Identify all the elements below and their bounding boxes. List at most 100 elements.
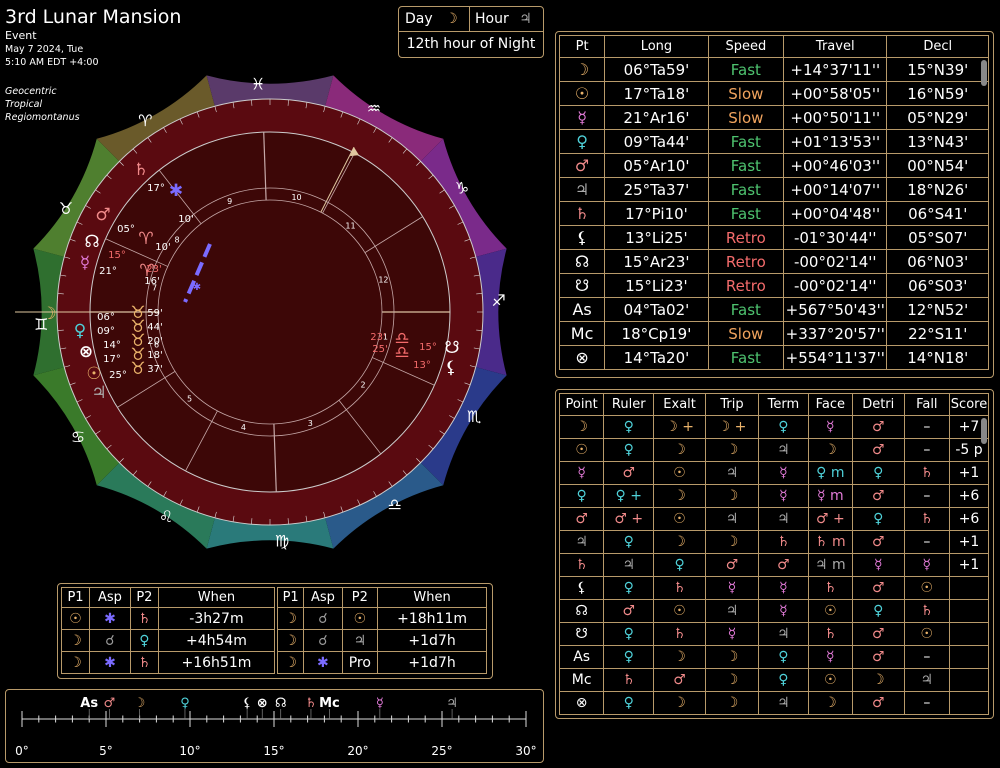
ruler-label: 25°: [431, 744, 452, 758]
zodiac-sign-icon[interactable]: ♐: [492, 291, 506, 310]
planet-part-of-fortune-icon[interactable]: ⊗: [79, 342, 93, 362]
position-row[interactable]: ♄ 17°Pi10' Fast +00°04'48'' 06°S41': [558, 201, 989, 226]
planet-jupiter-icon[interactable]: ♃: [91, 383, 106, 403]
dignity-row[interactable]: ☉ ♀ ☽ ☽ ♃ ☽ ♂ – -5 p: [558, 438, 989, 462]
position-row[interactable]: ⚸ 13°Li25' Retro -01°30'44'' 05°S07': [558, 225, 989, 250]
dig-cell: –: [903, 438, 951, 462]
dignity-row[interactable]: ☿ ♂ ☉ ♃ ☿ ♀ m ♀ ♄ +1: [558, 461, 989, 485]
dignities-scrollbar[interactable]: [981, 418, 987, 444]
planet-aries-small-icon[interactable]: ♈: [138, 229, 153, 249]
dignity-row[interactable]: ♄ ♃ ♀ ♂ ♂ ♃ m ☿ ☿ +1: [558, 553, 989, 577]
planet-sextile-mark-icon[interactable]: ✱: [169, 181, 183, 201]
position-row[interactable]: Mc 18°Cp19' Slow +337°20'57'' 22°S11': [558, 321, 989, 346]
wheel-graphics: ♉♈♓♒♑♐♏♎♍♌♋♊123456789 101112✱♄✱♂♈☊♈☿☽♀⊗☉♃…: [15, 74, 507, 551]
ruler-marker-icon[interactable]: ♄: [305, 696, 317, 711]
dignity-row[interactable]: ♀ ♀ + ☽ ☽ ☿ ☿ m ♂ – +6: [558, 484, 989, 508]
dig-header-point: Point: [558, 393, 605, 416]
zodiac-sign-icon[interactable]: ♈: [138, 111, 152, 130]
zodiac-sign-icon[interactable]: ♉: [59, 199, 73, 218]
dig-score: +6: [949, 507, 989, 531]
dig-score: [949, 668, 989, 692]
aspect-p2-icon: ☉: [341, 607, 379, 630]
zodiac-sign-icon[interactable]: ♑: [455, 178, 469, 197]
dig-cell: ☉: [903, 622, 951, 646]
aspect-type-icon: ☌: [303, 629, 343, 652]
ruler-marker-icon[interactable]: ♀: [180, 696, 190, 711]
ruler-marker-icon[interactable]: ☊: [275, 696, 287, 711]
position-row[interactable]: As 04°Ta02' Fast +567°50'43'' 12°N52': [558, 297, 989, 322]
declination-value: 13°N43': [886, 129, 989, 154]
dignity-row[interactable]: ☋ ♀ ♄ ☿ ♃ ♄ ♂ ☉: [558, 622, 989, 646]
planet-taurus-small-5-icon[interactable]: ♉: [130, 359, 145, 379]
dignity-row[interactable]: As ♀ ☽ ☽ ♀ ☿ ♂ –: [558, 645, 989, 669]
zodiac-sign-icon[interactable]: ♋: [71, 428, 85, 447]
position-row[interactable]: ☉ 17°Ta18' Slow +00°58'05'' 16°N59': [558, 81, 989, 106]
zodiac-sign-icon[interactable]: ♌: [159, 507, 173, 526]
aspect-row[interactable]: ☽ ✱ ♄ +16h51m: [60, 651, 276, 674]
dignity-row[interactable]: Mc ♄ ♂ ☽ ♀ ☉ ☽ ♃: [558, 668, 989, 692]
dig-cell: ♂: [758, 553, 809, 577]
ruler-marker-icon[interactable]: ⚸: [242, 696, 252, 711]
position-row[interactable]: ☿ 21°Ar16' Slow +00°50'11'' 05°N29': [558, 105, 989, 130]
dig-cell: ♂ +: [603, 507, 655, 531]
planet-libra-small-2-icon[interactable]: ♎: [394, 343, 409, 363]
position-row[interactable]: ⊗ 14°Ta20' Fast +554°11'37'' 14°N18': [558, 345, 989, 370]
aspect-row[interactable]: ☽ ✱ Pro +1d7h: [276, 651, 487, 674]
ruler-marker-icon[interactable]: ♂: [104, 696, 116, 711]
longitude-value: 15°Ar23': [604, 249, 709, 274]
aspect-row[interactable]: ☽ ☌ ♀ +4h54m: [60, 629, 276, 652]
planet-north-node-icon[interactable]: ☊: [84, 232, 99, 252]
point-glyph-icon: ♃: [558, 177, 606, 202]
ruler-marker-icon[interactable]: ♃: [446, 696, 458, 711]
dig-cell: –: [903, 691, 951, 715]
planet-moon-icon[interactable]: ☽: [41, 304, 56, 324]
planet-degree-label: 23': [146, 264, 161, 275]
aspect-sextile-icon: ✱: [193, 282, 201, 293]
positions-scrollbar[interactable]: [981, 60, 987, 86]
position-row[interactable]: ♂ 05°Ar10' Fast +00°46'03'' 00°N54': [558, 153, 989, 178]
aspect-row[interactable]: ☽ ☌ ☉ +18h11m: [276, 607, 487, 630]
position-row[interactable]: ♃ 25°Ta37' Fast +00°14'07'' 18°N26': [558, 177, 989, 202]
dignity-row[interactable]: ☽ ♀ ☽ + ☽ + ♀ ☿ ♂ – +7: [558, 415, 989, 439]
dignity-row[interactable]: ⊗ ♀ ☽ ☽ ♃ ☽ ♂ –: [558, 691, 989, 715]
aspect-row[interactable]: ☽ ☌ ♃ +1d7h: [276, 629, 487, 652]
ruler-marker-icon[interactable]: ⊗: [257, 696, 268, 711]
aspect-row[interactable]: ☉ ✱ ♄ -3h27m: [60, 607, 276, 630]
position-row[interactable]: ♀ 09°Ta44' Fast +01°13'53'' 13°N43': [558, 129, 989, 154]
aspect-when: -3h27m: [157, 607, 276, 630]
zodiac-sign-icon[interactable]: ♎: [388, 495, 402, 514]
ruler-marker-icon[interactable]: ☿: [376, 696, 384, 711]
planet-south-node-icon[interactable]: ☋: [444, 338, 459, 358]
planet-lilith-icon[interactable]: ⚸: [445, 358, 457, 378]
dignity-row[interactable]: ☊ ♂ ☉ ♃ ☿ ☉ ♀ ♄: [558, 599, 989, 623]
zodiac-sign-icon[interactable]: ♒: [367, 99, 381, 118]
planet-venus-icon[interactable]: ♀: [74, 321, 86, 341]
ruler-marker-icon[interactable]: Mc: [319, 696, 340, 711]
position-row[interactable]: ☊ 15°Ar23' Retro -00°02'14'' 06°N03': [558, 249, 989, 274]
dig-point-icon: ♄: [558, 553, 605, 577]
dig-point-icon: ☿: [558, 461, 605, 485]
degree-ruler[interactable]: 0° 5° 10° 15° 20° 25° 30° As ♂ ☽ ♀ ⚸ ⊗ ☊ ♄ Mc ☿ ♃: [5, 689, 542, 761]
position-row[interactable]: ☽ 06°Ta59' Fast +14°37'11'' 15°N39': [558, 57, 989, 82]
ruler-marker-icon[interactable]: ☽: [134, 696, 146, 711]
planet-saturn-icon[interactable]: ♄: [133, 160, 148, 180]
planet-sun-icon[interactable]: ☉: [86, 364, 101, 384]
ruler-marker-icon[interactable]: As: [80, 696, 98, 711]
dig-header-ruler: Ruler: [603, 393, 655, 416]
dignity-row[interactable]: ♂ ♂ + ☉ ♃ ♃ ♂ + ♀ ♄ +6: [558, 507, 989, 531]
dignity-row[interactable]: ♃ ♀ ☽ ☽ ♄ ♄ m ♂ – +1: [558, 530, 989, 554]
planet-mars-icon[interactable]: ♂: [95, 205, 110, 225]
dig-cell: ♃: [758, 622, 809, 646]
zodiac-sign-icon[interactable]: ♍: [275, 532, 289, 551]
declination-value: 06°S41': [886, 201, 989, 226]
dig-cell: ☽: [851, 668, 905, 692]
planet-mercury-icon[interactable]: ☿: [80, 253, 90, 273]
speed-value: Slow: [707, 321, 785, 346]
dig-cell: ☉: [653, 461, 706, 485]
dig-point-icon: ☉: [558, 438, 605, 462]
zodiac-sign-icon[interactable]: ♓: [251, 74, 265, 93]
chart-wheel[interactable]: ♉♈♓♒♑♐♏♎♍♌♋♊123456789 101112✱♄✱♂♈☊♈☿☽♀⊗☉♃…: [0, 44, 550, 584]
zodiac-sign-icon[interactable]: ♏: [467, 407, 481, 426]
position-row[interactable]: ☋ 15°Li23' Retro -00°02'14'' 06°S03': [558, 273, 989, 298]
dignity-row[interactable]: ⚸ ♀ ♄ ☿ ☿ ♄ ♂ ☉: [558, 576, 989, 600]
